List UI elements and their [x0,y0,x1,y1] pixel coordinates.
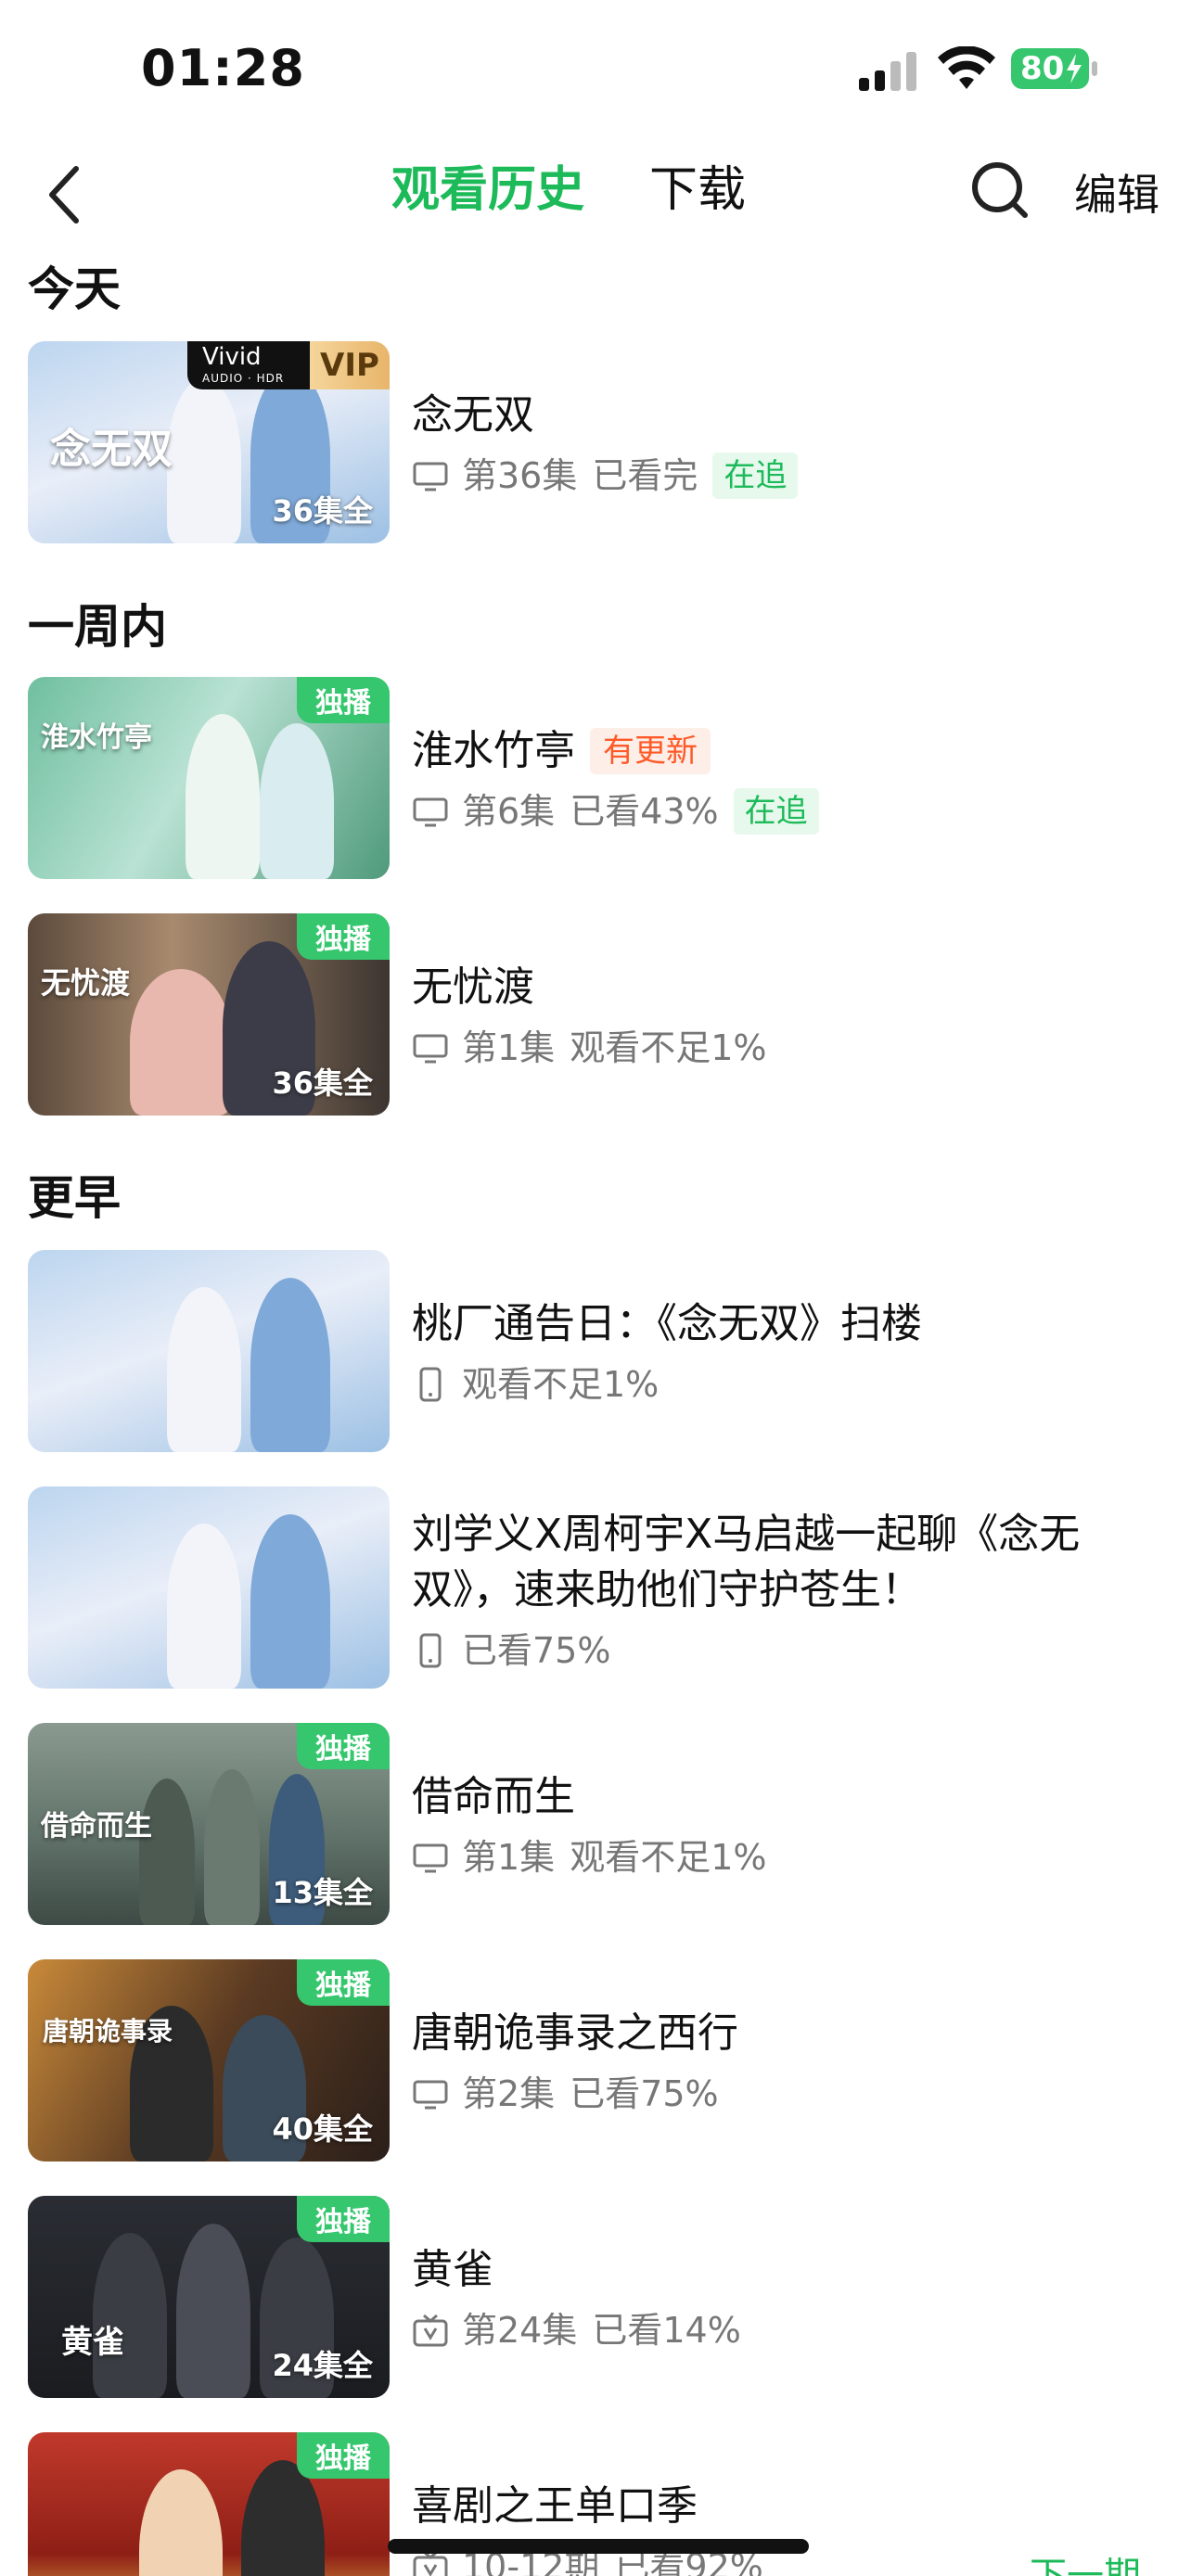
episode-count: 24集全 [272,2348,373,2383]
following-tag: 在追 [712,453,799,499]
item-title: 念无双 [412,391,534,439]
video-thumbnail[interactable] [28,1250,390,1452]
item-info: 无忧渡 第1集 观看不足1% [412,960,1169,1075]
tv-icon [413,1843,448,1873]
item-title: 黄雀 [412,2246,493,2293]
item-info: 借命而生 第1集 观看不足1% [412,1769,1169,1884]
episode-count: 36集全 [272,493,373,529]
item-title: 桃厂通告日：《念无双》扫楼 [412,1300,922,1347]
thumbnail-title-art: 无忧渡 [41,965,131,1001]
wifi-icon [938,46,995,89]
exclusive-badge: 独播 [297,1723,390,1769]
episode-count: 36集全 [272,1065,373,1101]
following-tag: 在追 [733,788,819,835]
episode-count: 13集全 [272,1875,373,1910]
status-bar: 01:28 80 [0,0,1191,139]
nav-bar: 观看历史 下载 编辑 [0,139,1191,250]
tab-watch-history[interactable]: 观看历史 [391,158,584,223]
back-chevron-icon[interactable] [41,158,89,232]
tv-icon [413,797,448,827]
item-info: 唐朝诡事录之西行 第2集 已看75% [412,2006,1169,2121]
item-meta: 第24集 已看14% [412,2303,1169,2357]
thumbnail-title-art: 黄雀 [61,2324,124,2361]
phone-icon [419,1633,442,1668]
vivid-badge: Vivid AUDIO · HDR [187,341,310,389]
edit-button[interactable]: 编辑 [1074,161,1159,223]
thumbnail-title-art: 念无双 [50,426,173,473]
video-thumbnail[interactable]: 借命而生 独播 13集全 [28,1723,390,1925]
item-meta: 第36集 已看完 在追 [412,449,1169,503]
item-title: 喜剧之王单口季 [412,2482,698,2530]
history-item[interactable]: 桃厂通告日：《念无双》扫楼 观看不足1% [28,1250,1169,1454]
history-item[interactable]: 念无双 Vivid AUDIO · HDR VIP 36集全 念无双 第36集 已看… [28,341,1169,545]
item-info: 黄雀 第24集 已看14% [412,2242,1169,2357]
exclusive-badge: 独播 [297,1959,390,2006]
video-thumbnail[interactable]: 淮水竹亭 独播 [28,677,390,879]
history-item[interactable]: 淮水竹亭 独播 淮水竹亭 有更新 第6集 已看43% 在追 [28,677,1169,881]
item-info: 桃厂通告日：《念无双》扫楼 观看不足1% [412,1296,1169,1411]
item-meta: 已看75% [412,1624,1169,1677]
item-title: 唐朝诡事录之西行 [412,2009,738,2057]
video-thumbnail[interactable]: 独播 [28,2432,390,2576]
item-info: 念无双 第36集 已看完 在追 [412,388,1169,503]
exclusive-badge: 独播 [297,2196,390,2242]
item-title: 借命而生 [412,1773,575,1820]
tv-icon [413,1034,448,1064]
history-item[interactable]: 黄雀 独播 24集全 黄雀 第24集 已看14% [28,2196,1169,2400]
thumbnail-title-art: 淮水竹亭 [41,721,152,754]
tv-box-icon [413,2314,448,2347]
item-title: 淮水竹亭 有更新 [412,723,1169,779]
video-thumbnail[interactable]: 唐朝诡事录 独播 40集全 [28,1959,390,2162]
item-info: 淮水竹亭 有更新 第6集 已看43% 在追 [412,723,1169,838]
next-episode-button[interactable]: 下一期 [1030,2545,1141,2576]
history-item[interactable]: 唐朝诡事录 独播 40集全 唐朝诡事录之西行 第2集 已看75% [28,1959,1169,2163]
episode-count: 40集全 [272,2111,373,2147]
thumbnail-title-art: 唐朝诡事录 [43,2016,173,2047]
home-indicator [388,2539,809,2554]
vip-badge: Vivid AUDIO · HDR VIP [187,341,390,389]
status-time: 01:28 [141,39,305,97]
history-item[interactable]: 借命而生 独播 13集全 借命而生 第1集 观看不足1% [28,1723,1169,1927]
history-item[interactable]: 无忧渡 独播 36集全 无忧渡 第1集 观看不足1% [28,913,1169,1117]
item-meta: 第1集 观看不足1% [412,1021,1169,1075]
exclusive-badge: 独播 [297,2432,390,2479]
video-thumbnail[interactable]: 黄雀 独播 24集全 [28,2196,390,2398]
item-title-line1: 刘学义X周柯宇X马启越一起聊《念无 [412,1511,1081,1558]
search-icon[interactable] [969,158,1031,223]
exclusive-badge: 独播 [297,913,390,960]
section-earlier-title: 更早 [28,1171,121,1225]
tv-icon [413,462,448,491]
video-thumbnail[interactable]: 念无双 Vivid AUDIO · HDR VIP 36集全 [28,341,390,543]
section-today-title: 今天 [28,262,121,316]
exclusive-badge: 独播 [297,677,390,723]
battery-level: 80 [1020,50,1065,87]
vip-label: VIP [310,341,390,389]
item-title: 无忧渡 [412,963,534,1011]
item-meta: 第1集 观看不足1% [412,1830,1169,1884]
cellular-signal-icon [859,52,916,91]
item-meta: 第6集 已看43% 在追 [412,784,1169,838]
watch-history-page: 01:28 80 观看历史 下载 编辑 今天 念无双 Vivid AUDIO ·… [0,0,1191,2576]
history-item[interactable]: 刘学义X周柯宇X马启越一起聊《念无 双》，速来助他们守护苍生！ 已看75% [28,1486,1169,1690]
item-info: 刘学义X周柯宇X马启越一起聊《念无 双》，速来助他们守护苍生！ 已看75% [412,1507,1169,1677]
battery-icon: 80 [1011,46,1100,91]
phone-icon [419,1367,442,1402]
update-tag: 有更新 [590,728,711,774]
tv-icon [413,2080,448,2110]
section-week-title: 一周内 [28,600,167,654]
video-thumbnail[interactable]: 无忧渡 独播 36集全 [28,913,390,1116]
history-item[interactable]: 独播 喜剧之王单口季 10-12期 已看92% 下一期 [28,2432,1169,2576]
item-meta: 观看不足1% [412,1358,1169,1411]
thumbnail-title-art: 借命而生 [41,1810,152,1843]
tab-download[interactable]: 下载 [649,158,746,223]
video-thumbnail[interactable] [28,1486,390,1689]
item-title-line2: 双》，速来助他们守护苍生！ [412,1566,922,1613]
item-meta: 第2集 已看75% [412,2067,1169,2121]
